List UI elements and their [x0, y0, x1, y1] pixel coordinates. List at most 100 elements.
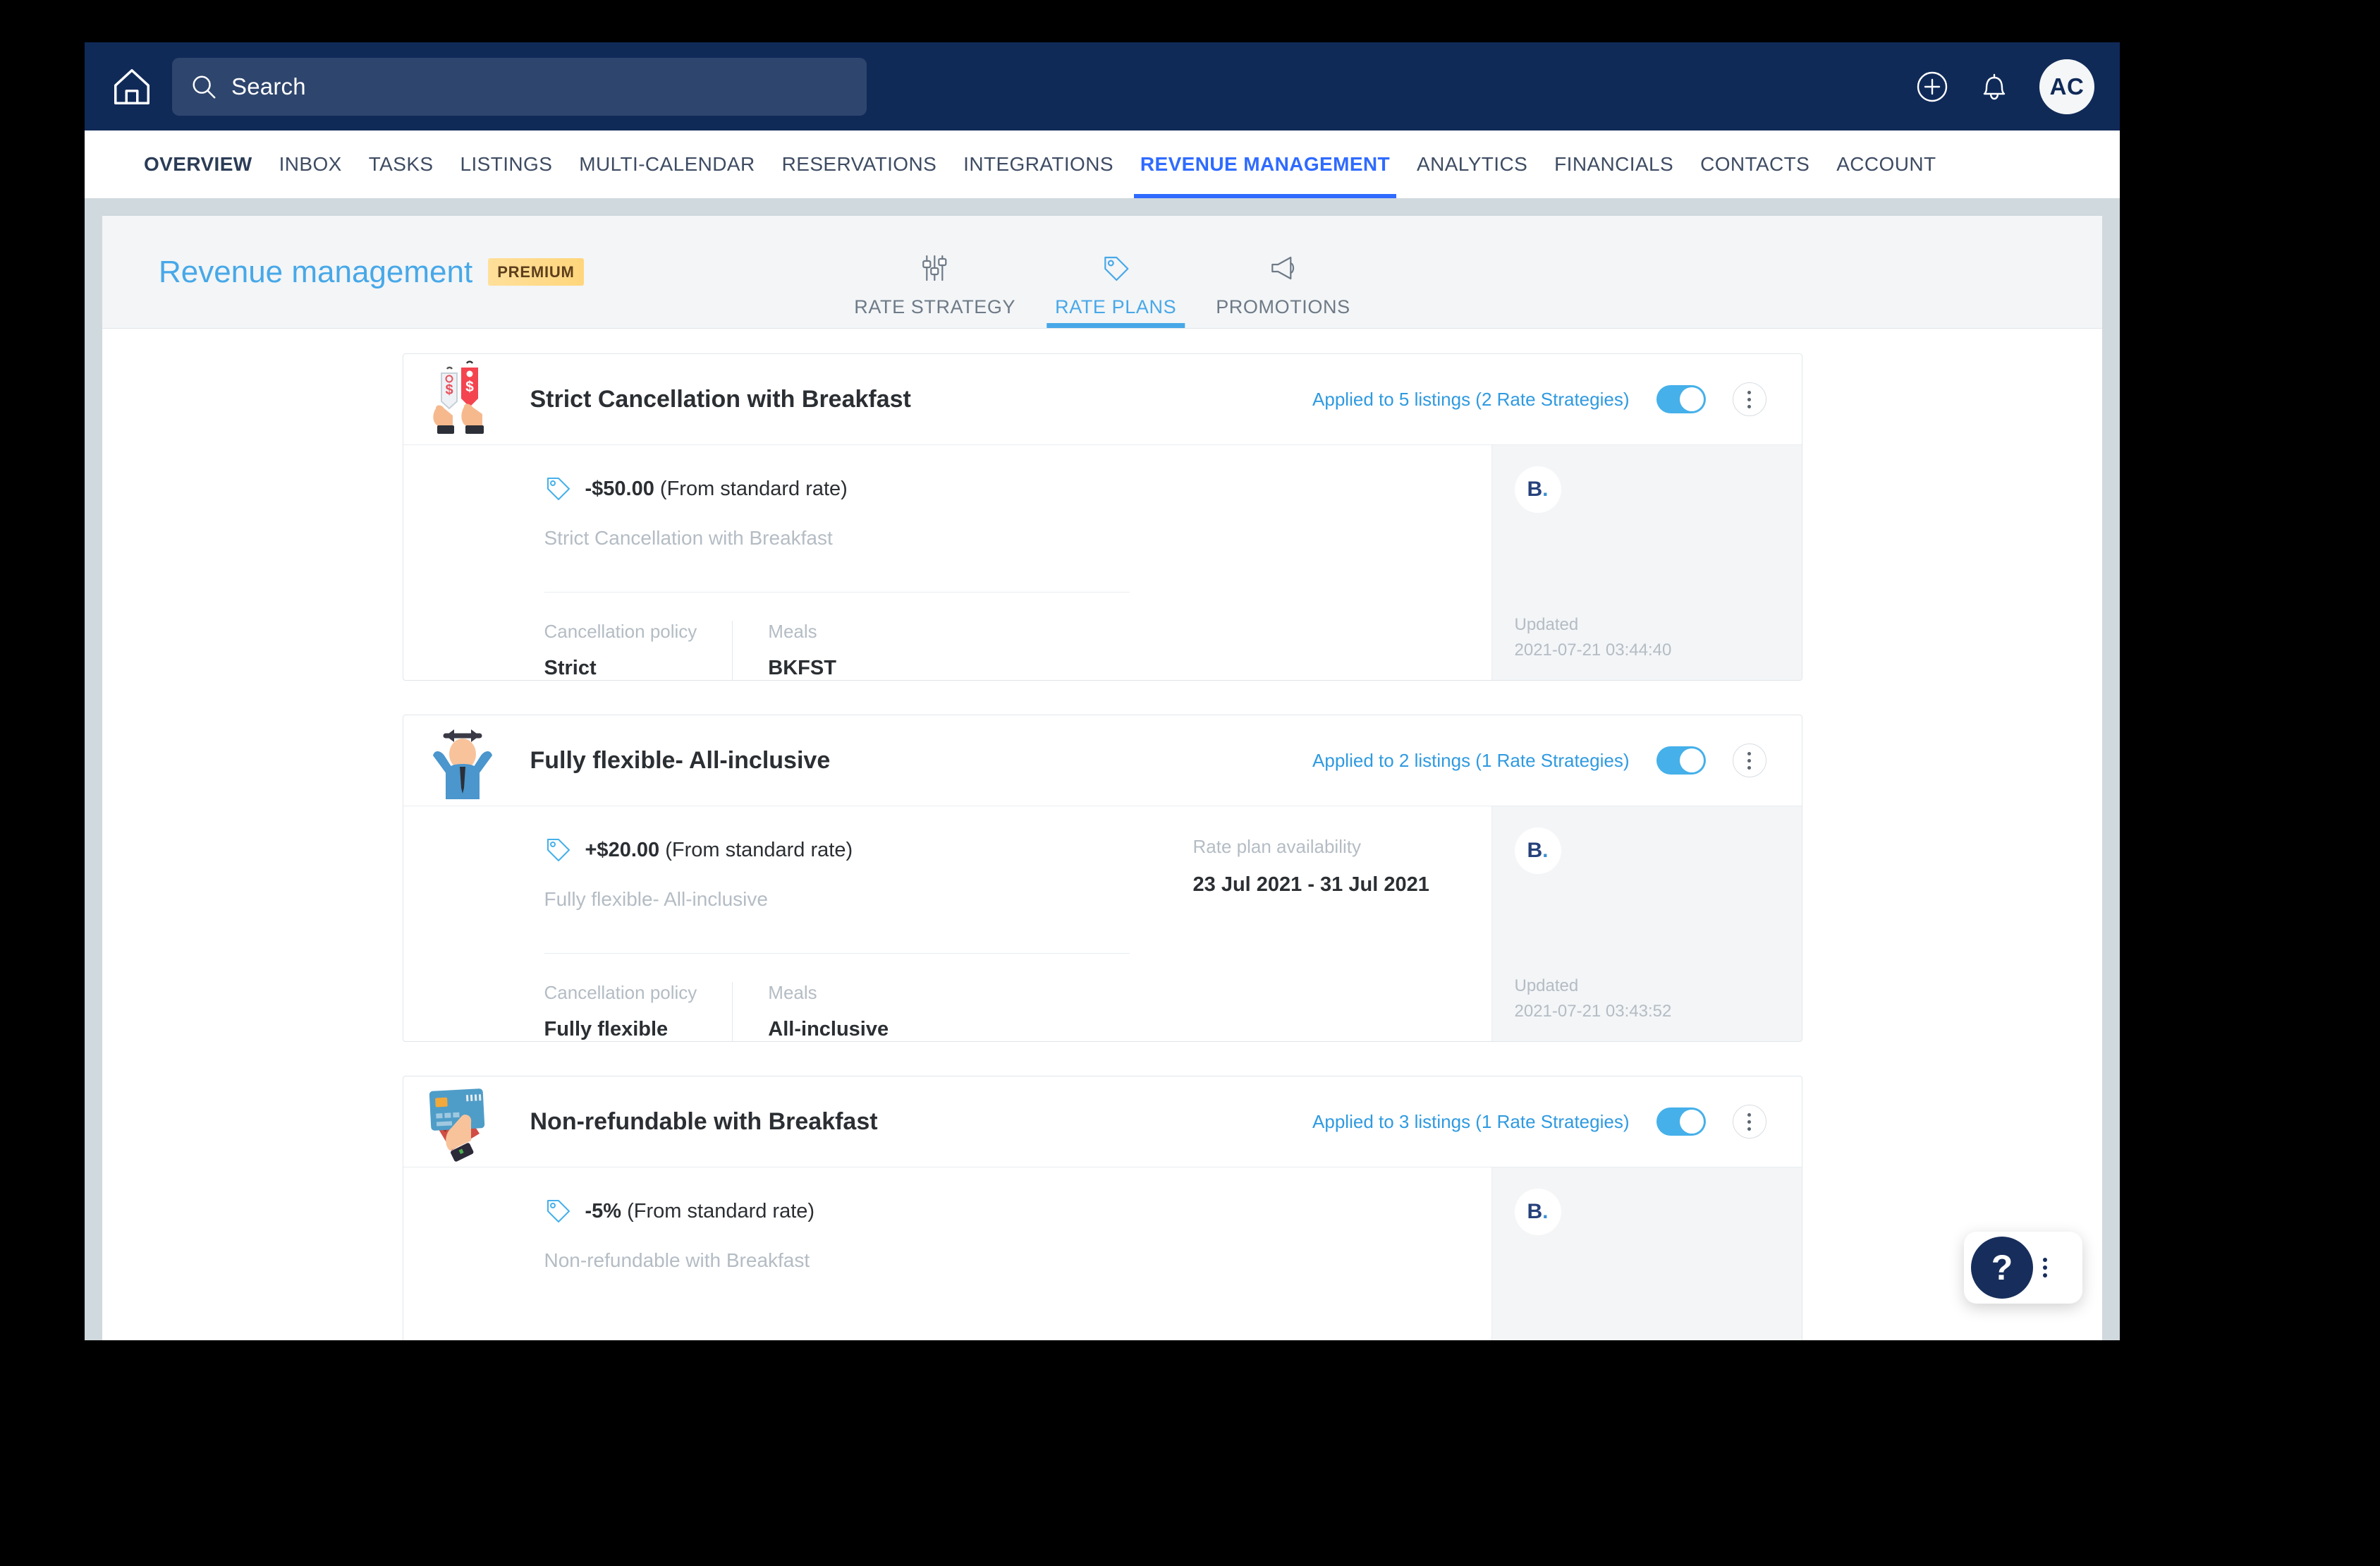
rate-plan-header-actions: Applied to 3 listings (1 Rate Strategies…	[1312, 1105, 1766, 1139]
price-tag-icon	[547, 478, 570, 500]
nav-item-listings[interactable]: LISTINGS	[446, 130, 566, 198]
nav-label: CONTACTS	[1700, 153, 1810, 175]
nav-item-inbox[interactable]: INBOX	[266, 130, 355, 198]
search-icon	[193, 75, 216, 98]
help-button[interactable]: ?	[1971, 1237, 2033, 1299]
booking-channel-logo: B.	[1514, 827, 1561, 874]
applied-to-listings-link[interactable]: Applied to 2 listings (1 Rate Strategies…	[1312, 750, 1629, 772]
price-adjustment-suffix: (From standard rate)	[659, 838, 853, 861]
meta-label: Meals	[768, 621, 817, 642]
rate-plan-channel-panel: B. Updated 2021-07-21 03:43:52	[1491, 806, 1802, 1041]
meta-value: Fully flexible	[544, 1018, 669, 1040]
channel-logo-letter: B	[1527, 839, 1543, 862]
nav-item-account[interactable]: ACCOUNT	[1823, 130, 1949, 198]
nav-item-financials[interactable]: FINANCIALS	[1541, 130, 1687, 198]
price-adjustment-text: -$50.00 (From standard rate)	[585, 478, 848, 501]
avatar-initials: AC	[2049, 73, 2085, 99]
nav-label: LISTINGS	[460, 153, 553, 175]
meta-value: BKFST	[768, 657, 836, 679]
search-placeholder: Search	[231, 73, 306, 99]
rate-plan-card[interactable]: Fully flexible- All-inclusive Applied to…	[402, 715, 1802, 1042]
price-tag-icon	[1099, 248, 1132, 288]
nav-item-contacts[interactable]: CONTACTS	[1687, 130, 1823, 198]
meta-cancellation-policy: Cancellation policy Fully flexible	[544, 982, 733, 1041]
nav-item-analytics[interactable]: ANALYTICS	[1403, 130, 1541, 198]
megaphone-icon	[1267, 248, 1299, 288]
nav-label: OVERVIEW	[144, 153, 252, 175]
nav-item-reservations[interactable]: RESERVATIONS	[769, 130, 951, 198]
rate-plan-more-options-icon[interactable]	[1732, 382, 1766, 416]
search-input[interactable]: Search	[172, 57, 867, 116]
divider	[544, 592, 1130, 593]
tab-label: RATE STRATEGY	[854, 296, 1016, 317]
tab-label: PROMOTIONS	[1216, 296, 1350, 317]
rate-plan-enabled-toggle[interactable]	[1656, 385, 1706, 413]
rate-plan-channel-panel: B. Updated 2021-07-21 03:44:40	[1491, 445, 1802, 680]
channel-logo-letter: B	[1527, 1200, 1543, 1223]
rate-plan-card[interactable]: $ $ Strict Cancellation with Breakfast A…	[402, 353, 1802, 681]
rate-plan-list: $ $ Strict Cancellation with Breakfast A…	[102, 329, 2102, 1340]
nav-label: MULTI-CALENDAR	[579, 153, 755, 175]
sliders-icon	[919, 248, 951, 288]
rate-plan-header: $ $ Strict Cancellation with Breakfast A…	[403, 354, 1802, 444]
updated-timestamp: 2021-07-21 03:43:52	[1514, 1002, 1672, 1021]
rate-plan-header-actions: Applied to 2 listings (1 Rate Strategies…	[1312, 743, 1766, 777]
bell-icon[interactable]	[1977, 70, 2011, 104]
rate-plan-body: -5% (From standard rate) Non-refundable …	[403, 1167, 1802, 1340]
nav-item-integrations[interactable]: INTEGRATIONS	[950, 130, 1127, 198]
rate-plan-header: Fully flexible- All-inclusive Applied to…	[403, 715, 1802, 806]
nav-label: INTEGRATIONS	[963, 153, 1113, 175]
help-widget: ?	[1964, 1232, 2082, 1304]
updated-label: Updated	[1514, 976, 1579, 995]
plus-circle-icon[interactable]	[1915, 70, 1949, 104]
rate-plan-more-options-icon[interactable]	[1732, 743, 1766, 777]
rate-plan-body: +$20.00 (From standard rate) Fully flexi…	[403, 806, 1802, 1041]
nav-label: INBOX	[279, 153, 342, 175]
rate-plan-details: -5% (From standard rate) Non-refundable …	[403, 1167, 1491, 1340]
nav-item-multi-calendar[interactable]: MULTI-CALENDAR	[566, 130, 768, 198]
avatar[interactable]: AC	[2039, 59, 2094, 114]
nav-label: RESERVATIONS	[781, 153, 937, 175]
meta-value: Strict	[544, 657, 597, 679]
rate-plan-header-actions: Applied to 5 listings (2 Rate Strategies…	[1312, 382, 1766, 416]
rate-plan-card[interactable]: Non-refundable with Breakfast Applied to…	[402, 1076, 1802, 1340]
price-adjustment-text: -5% (From standard rate)	[585, 1200, 815, 1223]
nav-item-revenue-management[interactable]: REVENUE MANAGEMENT	[1127, 130, 1403, 198]
rate-plan-description: Fully flexible- All-inclusive	[544, 888, 768, 910]
price-adjustment-row: -$50.00 (From standard rate)	[544, 475, 1172, 503]
booking-channel-logo: B.	[1514, 466, 1561, 513]
rate-plan-body: -$50.00 (From standard rate) Strict Canc…	[403, 444, 1802, 680]
nav-item-tasks[interactable]: TASKS	[355, 130, 447, 198]
applied-to-listings-link[interactable]: Applied to 3 listings (1 Rate Strategies…	[1312, 1111, 1629, 1133]
rate-plan-enabled-toggle[interactable]	[1656, 1107, 1706, 1136]
booking-channel-logo: B.	[1514, 1189, 1561, 1235]
availability-label: Rate plan availability	[1192, 836, 1361, 857]
home-icon[interactable]	[110, 65, 154, 109]
tab-promotions[interactable]: PROMOTIONS	[1196, 248, 1370, 328]
price-adjustment-row: +$20.00 (From standard rate)	[544, 836, 1172, 864]
rate-plan-description: Strict Cancellation with Breakfast	[544, 527, 833, 549]
help-more-options-icon[interactable]	[2043, 1258, 2047, 1277]
price-adjustment-value: -$50.00	[585, 477, 654, 500]
revenue-management-header: Revenue management PREMIUM RATE STRATEGY…	[102, 216, 2102, 329]
premium-badge: PREMIUM	[488, 258, 584, 286]
tab-rate-strategy[interactable]: RATE STRATEGY	[834, 248, 1035, 328]
top-bar-actions: AC	[1915, 59, 2094, 114]
main-navigation: OVERVIEW INBOX TASKS LISTINGS MULTI-CALE…	[85, 130, 2120, 198]
meta-label: Meals	[768, 982, 817, 1003]
help-button-label: ?	[1991, 1248, 2013, 1287]
applied-to-listings-link[interactable]: Applied to 5 listings (2 Rate Strategies…	[1312, 389, 1629, 411]
nav-item-overview[interactable]: OVERVIEW	[130, 130, 266, 198]
price-tags-in-hands-illustration: $ $	[403, 354, 509, 444]
hand-holding-credit-card-illustration	[403, 1076, 509, 1167]
meta-label: Cancellation policy	[544, 982, 697, 1003]
rate-plan-more-options-icon[interactable]	[1732, 1105, 1766, 1139]
svg-text:$: $	[465, 379, 474, 395]
price-adjustment-row: -5% (From standard rate)	[544, 1197, 1172, 1225]
meta-value: All-inclusive	[768, 1018, 889, 1040]
tab-rate-plans[interactable]: RATE PLANS	[1035, 248, 1196, 328]
top-bar: Search AC	[85, 42, 2120, 130]
rate-plan-description: Non-refundable with Breakfast	[544, 1249, 810, 1271]
rate-plan-enabled-toggle[interactable]	[1656, 746, 1706, 775]
channel-logo-dot: .	[1542, 839, 1549, 862]
